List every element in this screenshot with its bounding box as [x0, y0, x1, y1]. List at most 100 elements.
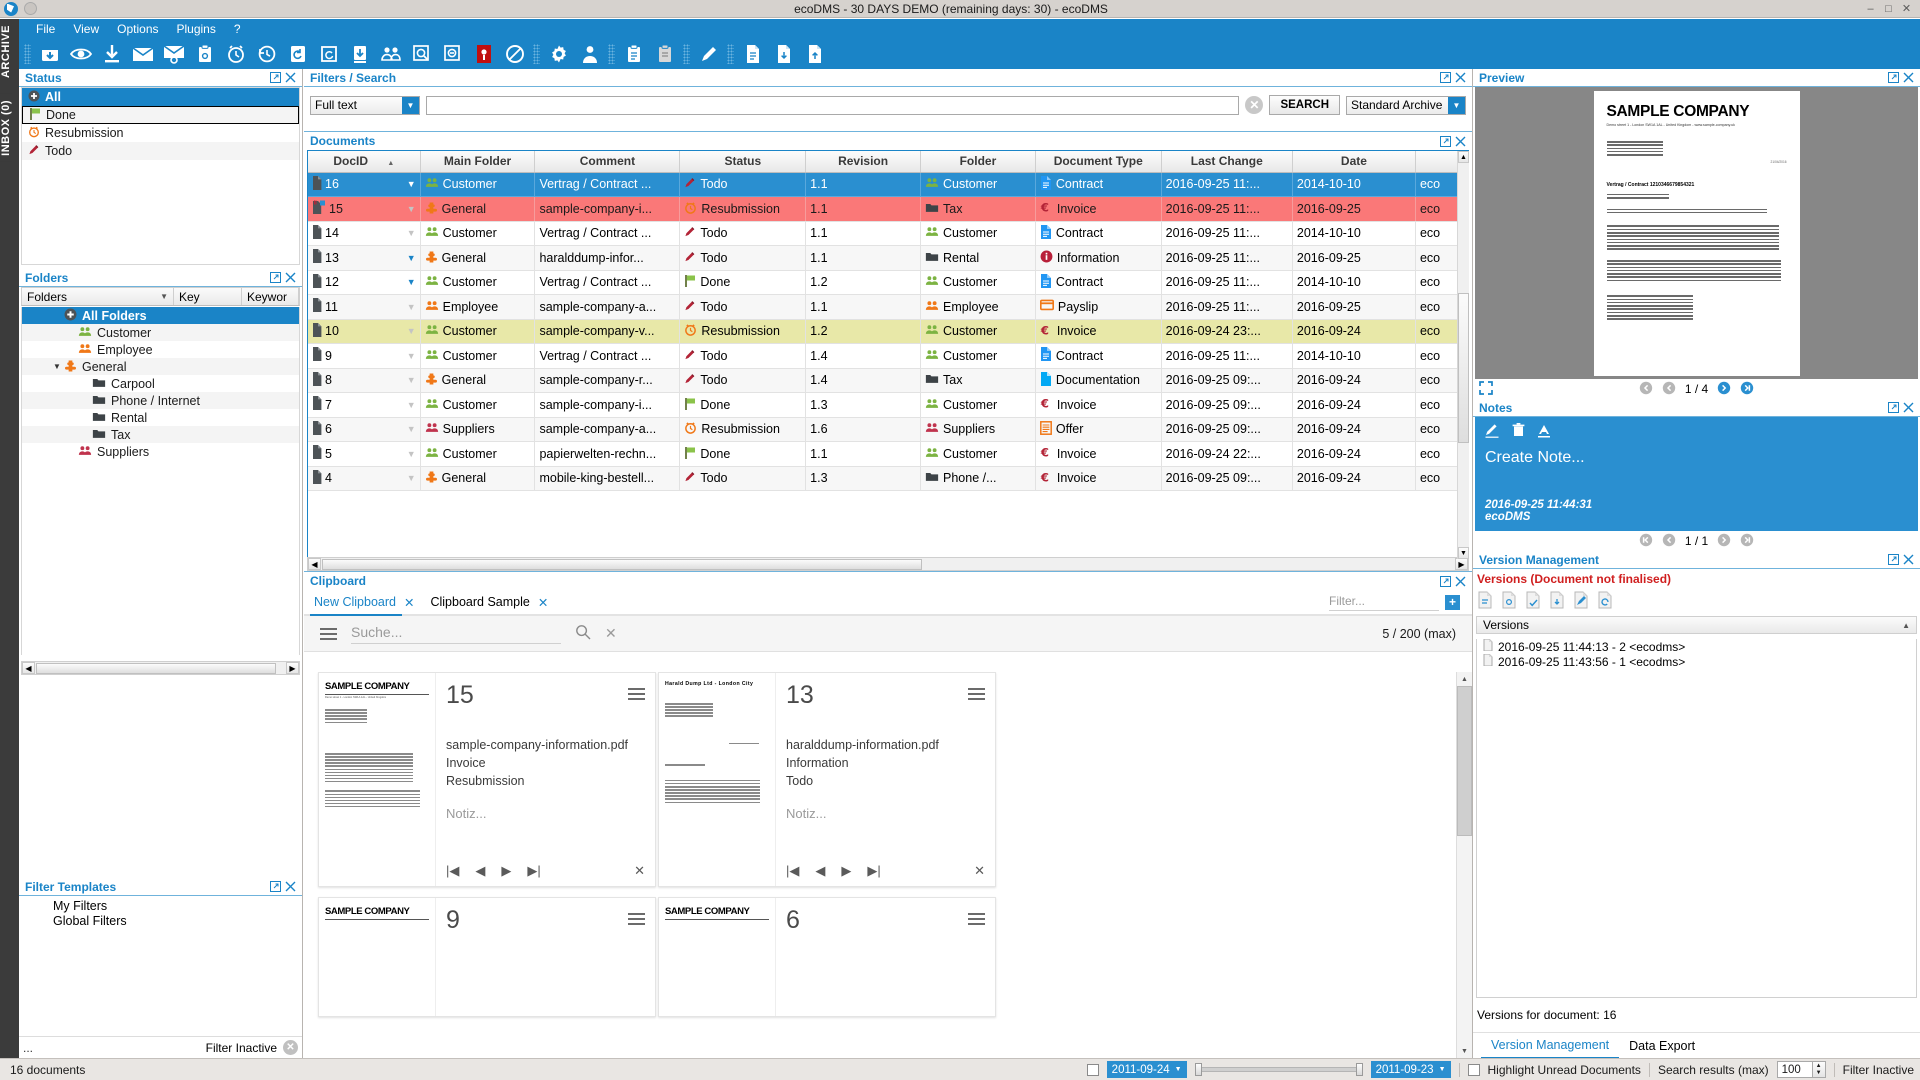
version-close-icon[interactable] — [1903, 554, 1914, 565]
first-page-icon[interactable]: |◀ — [786, 863, 799, 879]
doc-vscroll-up[interactable]: ▲ — [1458, 151, 1469, 163]
first-page-icon[interactable]: |◀ — [446, 863, 459, 879]
document-export-icon[interactable] — [768, 40, 799, 68]
row-expand-icon[interactable]: ▼ — [407, 326, 416, 336]
preview-first-page-icon[interactable] — [1639, 381, 1653, 398]
col-status[interactable]: Status — [679, 151, 807, 173]
last-page-icon[interactable]: ▶| — [867, 863, 880, 879]
preview-last-page-icon[interactable] — [1740, 381, 1754, 398]
users-icon[interactable] — [375, 40, 406, 68]
search-clear-button[interactable]: ✕ — [1245, 96, 1264, 114]
filter-clear-button[interactable]: ✕ — [283, 1040, 298, 1055]
table-row[interactable]: 11 ▼ Employee sample-company-a... Todo 1.1 Emp… — [308, 294, 1468, 320]
clip-scroll-down[interactable]: ▼ — [1457, 1044, 1472, 1058]
search-button[interactable]: SEARCH — [1269, 95, 1340, 115]
card-remove-icon[interactable]: ✕ — [634, 863, 645, 879]
row-expand-icon[interactable]: ▼ — [407, 277, 416, 287]
version-download-icon[interactable] — [1549, 591, 1566, 612]
rail-tab-archive[interactable]: ARCHIVE — [0, 19, 12, 85]
clipboard-list-icon[interactable] — [618, 40, 649, 68]
status-item-todo[interactable]: Todo — [22, 142, 299, 160]
version-restore-icon[interactable] — [1597, 591, 1614, 612]
close-button[interactable]: ✕ — [1901, 3, 1912, 15]
folder-item-employee[interactable]: Employee — [22, 341, 299, 358]
chevron-down-icon[interactable]: ▼ — [1439, 1066, 1446, 1073]
chevron-down-icon[interactable]: ▼ — [50, 362, 64, 371]
history-back-icon[interactable] — [251, 40, 282, 68]
doc-scroll-thumb[interactable] — [322, 558, 922, 570]
search-icon[interactable] — [575, 624, 591, 643]
table-row[interactable]: 10 ▼ Customer sample-company-v... Resubmissi… — [308, 319, 1468, 344]
col-comment[interactable]: Comment — [534, 151, 681, 173]
date-filter-checkbox[interactable] — [1086, 1063, 1099, 1076]
clipboard-link-icon[interactable] — [189, 40, 220, 68]
folder-tree-hscrollbar[interactable]: ◀ ▶ — [21, 661, 300, 675]
close-icon[interactable]: ✕ — [404, 595, 414, 610]
clipboard-filter-input[interactable]: Filter... — [1329, 594, 1439, 611]
note-editor[interactable]: Create Note... 2016-09-25 11:44:31 ecoDM… — [1475, 417, 1918, 531]
version-row[interactable]: 2016-09-25 11:43:56 - 1 <ecodms> — [1477, 653, 1916, 669]
row-expand-icon[interactable]: ▼ — [407, 424, 416, 434]
version-finalise-icon[interactable] — [1573, 591, 1590, 612]
notes-next-page-icon[interactable] — [1717, 533, 1731, 550]
col-date[interactable]: Date — [1292, 151, 1416, 173]
maximize-button[interactable]: □ — [1883, 3, 1894, 15]
row-expand-icon[interactable]: ▼ — [407, 228, 416, 238]
table-row[interactable]: 14 ▼ Customer Vertrag / Contract ... Todo 1.1… — [308, 221, 1468, 246]
date-from-field[interactable]: 2011-09-24 ▼ — [1106, 1061, 1187, 1078]
clipboard-vscrollbar[interactable]: ▲ ▼ — [1456, 672, 1472, 1058]
table-row[interactable]: 9 ▼ Customer Vertrag / Contract ... Todo 1.4 C… — [308, 343, 1468, 369]
table-row[interactable]: 8 ▼ General sample-company-r... Todo 1.4 Tax Do… — [308, 368, 1468, 393]
chevron-down-icon[interactable]: ▼ — [402, 96, 419, 114]
preview-undock-icon[interactable] — [1888, 72, 1899, 83]
status-panel-close-icon[interactable] — [285, 72, 296, 83]
version-compare-icon[interactable] — [1525, 591, 1542, 612]
toolbar-grip-4[interactable] — [683, 43, 690, 64]
clipboard-close-icon[interactable] — [1455, 576, 1466, 587]
table-row[interactable]: 16 ▼ Customer Vertrag / Contract ... Todo 1.1… — [308, 172, 1468, 197]
clipboard-undock-icon[interactable] — [1440, 575, 1451, 587]
documents-vscrollbar[interactable]: ▲ ▼ — [1457, 151, 1469, 559]
folders-col-folders[interactable]: Folders — [27, 290, 67, 304]
documents-undock-icon[interactable] — [1440, 135, 1451, 147]
col-main-folder[interactable]: Main Folder — [420, 151, 536, 173]
zoom-out-icon[interactable] — [437, 40, 468, 68]
notes-prev-page-icon[interactable] — [1662, 533, 1676, 550]
scroll-left-arrow[interactable]: ◀ — [22, 662, 35, 674]
status-item-all[interactable]: All — [22, 88, 299, 106]
stepper-down-icon[interactable]: ▼ — [1813, 1070, 1825, 1078]
next-page-icon[interactable]: ▶ — [501, 863, 511, 879]
clipboard-card[interactable]: SAMPLE COMPANY 9 — [318, 897, 656, 1017]
row-expand-icon[interactable]: ▼ — [407, 449, 416, 459]
archive-inbox-icon[interactable] — [34, 40, 65, 68]
folders-panel-close-icon[interactable] — [285, 272, 296, 283]
clipboard-card[interactable]: SAMPLE COMPANY Demo street 1 - London SW… — [318, 672, 656, 887]
chevron-down-icon[interactable]: ▼ — [1448, 96, 1465, 114]
folder-item-tax[interactable]: Tax — [22, 426, 299, 443]
notes-close-icon[interactable] — [1903, 402, 1914, 413]
refresh-doc-icon[interactable] — [313, 40, 344, 68]
folder-item-phone-internet[interactable]: Phone / Internet — [22, 392, 299, 409]
eye-preview-icon[interactable] — [65, 40, 96, 68]
edit-pencil-icon[interactable] — [1485, 423, 1500, 441]
clip-scroll-thumb[interactable] — [1457, 686, 1472, 836]
search-results-input[interactable]: 100 — [1776, 1061, 1813, 1078]
version-undock-icon[interactable] — [1888, 554, 1899, 565]
pdf-red-icon[interactable] — [468, 40, 499, 68]
toolbar-grip[interactable] — [24, 43, 31, 64]
minimize-button[interactable]: – — [1865, 3, 1876, 15]
clip-scroll-up[interactable]: ▲ — [1457, 672, 1472, 686]
toolbar-grip-5[interactable] — [727, 43, 734, 64]
table-row[interactable]: 12 ▼ Customer Vertrag / Contract ... Done 1.2… — [308, 270, 1468, 295]
document-import-icon[interactable] — [799, 40, 830, 68]
filters-undock-icon[interactable] — [1440, 72, 1451, 83]
doc-scroll-left[interactable]: ◀ — [308, 558, 321, 570]
stepper-up-icon[interactable]: ▲ — [1813, 1062, 1825, 1070]
filters-close-icon[interactable] — [1455, 72, 1466, 83]
status-item-done[interactable]: Done — [22, 106, 299, 124]
col-last-change[interactable]: Last Change — [1161, 151, 1293, 173]
folder-item-carpool[interactable]: Carpool — [22, 375, 299, 392]
status-item-resubmission[interactable]: Resubmission — [22, 124, 299, 142]
last-page-icon[interactable]: ▶| — [527, 863, 540, 879]
clipboard-clear-icon[interactable]: ✕ — [605, 625, 617, 642]
